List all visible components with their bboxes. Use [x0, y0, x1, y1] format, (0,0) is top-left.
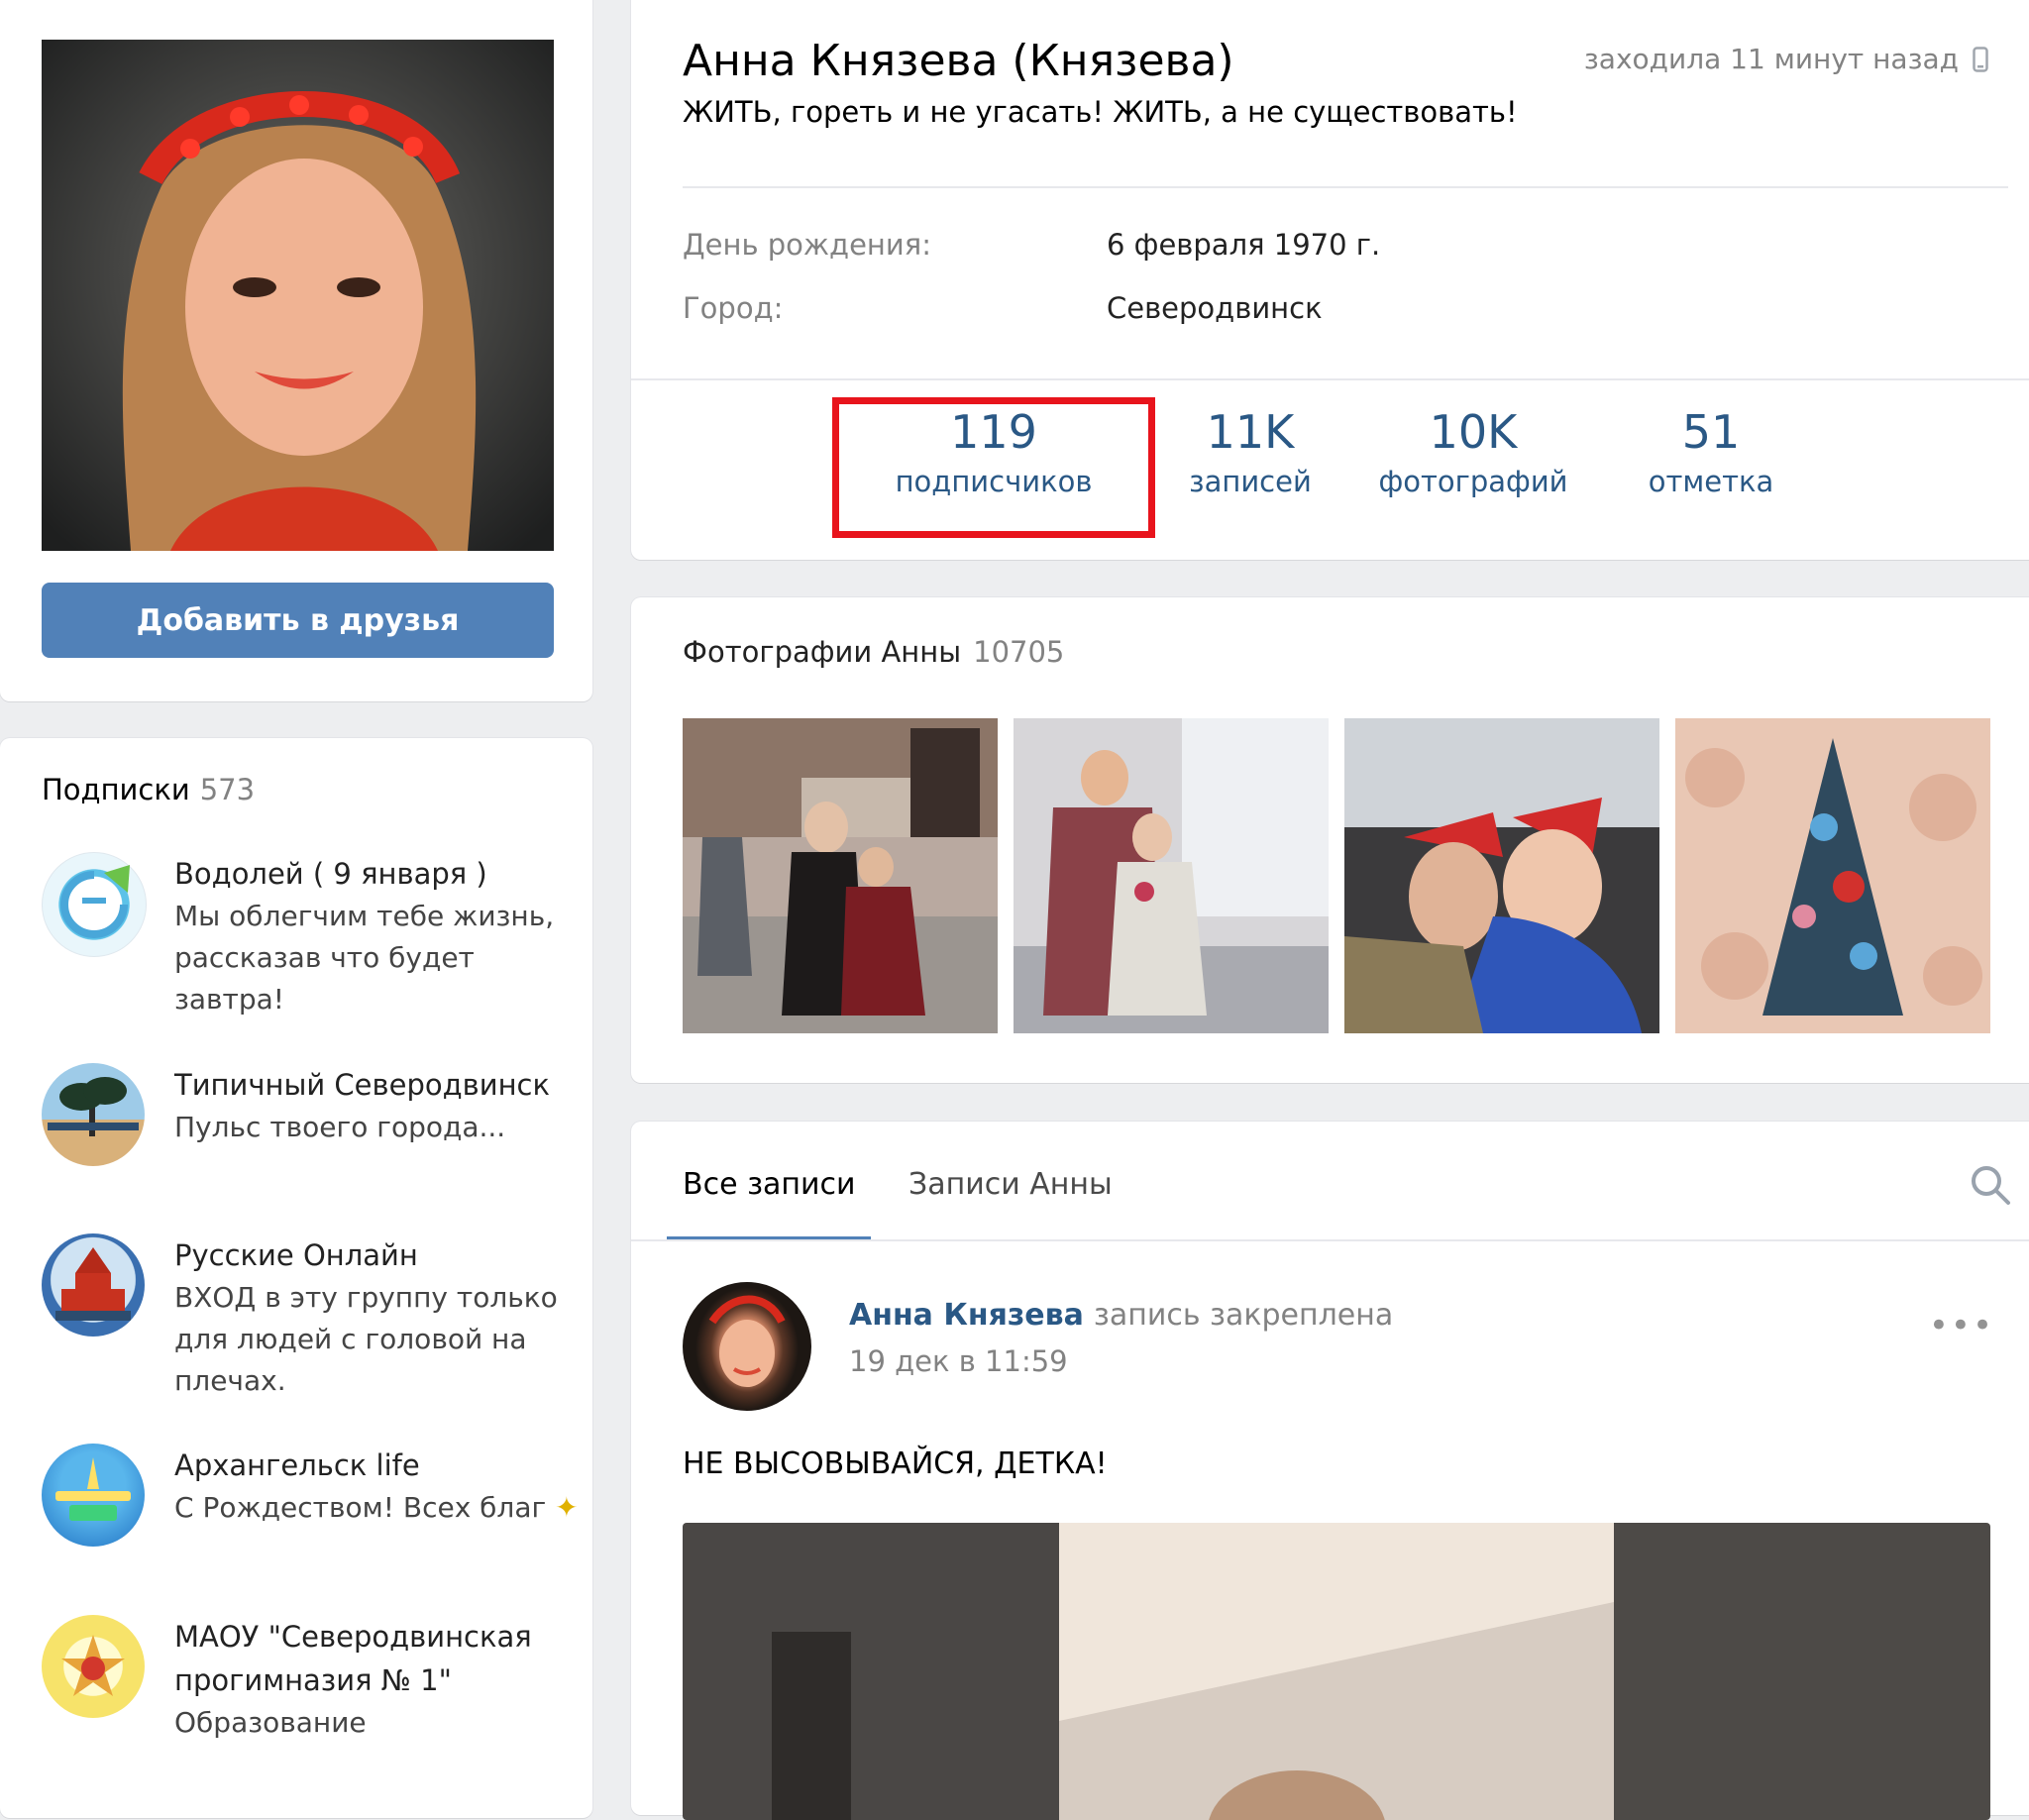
wall-card: Все записи Записи Анны Анна Князева запис…: [631, 1122, 2029, 1820]
subscription-item[interactable]: Архангельск life С Рождеством! Всех благ…: [42, 1444, 579, 1592]
group-avatar: [42, 1233, 145, 1337]
group-avatar: [42, 1444, 145, 1547]
mobile-phone-icon: [1973, 46, 1988, 72]
photos-count: 10705: [973, 635, 1065, 669]
page-title: Анна Князева (Князева): [683, 36, 1234, 86]
post-author-avatar[interactable]: [683, 1282, 811, 1411]
photo-image: [1014, 718, 1329, 1033]
subscriptions-count: 573: [199, 773, 256, 806]
subscription-description: ВХОД в эту группу только для людей с гол…: [174, 1281, 558, 1397]
photo-thumbnail[interactable]: [1675, 718, 1990, 1033]
subscription-item[interactable]: Типичный Северодвинск Пульс твоего город…: [42, 1063, 577, 1222]
subscription-name[interactable]: Водолей ( 9 января ): [174, 852, 590, 896]
kremlin-logo-icon: [55, 1247, 131, 1321]
profile-photo-image: [42, 40, 554, 551]
post-header: Анна Князева запись закреплена: [849, 1298, 1393, 1333]
subscription-item[interactable]: МАОУ "Северодвинская прогимназия № 1" Об…: [42, 1615, 577, 1764]
group-avatar: [42, 1615, 145, 1718]
subscription-description: Мы облегчим тебе жизнь, рассказав что бу…: [174, 900, 555, 1016]
subscriptions-title: Подписки: [42, 773, 190, 806]
subscriptions-header[interactable]: Подписки 573: [42, 773, 255, 806]
info-label-city: Город:: [683, 291, 784, 325]
subscription-name[interactable]: МАОУ "Северодвинская прогимназия № 1": [174, 1615, 590, 1702]
subscriptions-card: Подписки 573 Водолей ( 9 января ) Мы обле…: [0, 738, 592, 1818]
subscription-description-wrap: С Рождеством! Всех благ ✦: [174, 1487, 590, 1529]
profile-info-card: Анна Князева (Князева) заходила 11 минут…: [631, 0, 2029, 560]
avatar-image: [708, 1295, 786, 1387]
group-avatar: [42, 1063, 145, 1166]
photos-title: Фотографии Анны: [683, 635, 962, 669]
counter-photos[interactable]: 10K фотографий: [1364, 404, 1582, 503]
photo-thumbnail[interactable]: [1014, 718, 1329, 1033]
search-icon-svg: [1972, 1166, 2010, 1205]
counter-tags[interactable]: 51 отметка: [1622, 404, 1800, 503]
subscription-name[interactable]: Архангельск life: [174, 1444, 590, 1487]
counter-posts[interactable]: 11K записей: [1166, 404, 1335, 503]
counter-label: записей: [1189, 465, 1312, 498]
highlight-annotation-box: [832, 397, 1155, 538]
more-options-icon[interactable]: •••: [1929, 1306, 1994, 1345]
subscription-description: С Рождеством! Всех благ: [174, 1491, 547, 1524]
school-logo-icon: [61, 1635, 125, 1696]
post-text: НЕ ВЫСОВЫВАЙСЯ, ДЕТКА!: [683, 1446, 1108, 1481]
add-friend-button[interactable]: Добавить в друзья: [42, 583, 554, 658]
counter-value: 11K: [1206, 405, 1295, 459]
counter-label: фотографий: [1378, 465, 1568, 498]
sparkle-emoji-icon: ✦: [555, 1491, 579, 1524]
post-image-content: [683, 1523, 1990, 1820]
divider: [631, 378, 2029, 380]
photo-image: [1344, 718, 1659, 1033]
tab-all-posts[interactable]: Все записи: [683, 1167, 856, 1202]
user-status[interactable]: ЖИТЬ, гореть и не угасать! ЖИТЬ, а не су…: [683, 95, 1518, 129]
counter-value: 51: [1681, 405, 1741, 459]
counter-value: 10K: [1429, 405, 1518, 459]
divider: [683, 186, 2008, 188]
divider: [631, 1239, 2029, 1241]
last-seen-indicator: заходила 11 минут назад: [1584, 43, 1988, 75]
photo-image: [683, 718, 998, 1033]
post-pinned-label: запись закреплена: [1093, 1298, 1394, 1333]
photos-header[interactable]: Фотографии Анны 10705: [683, 635, 1064, 669]
arkhangelsk-life-logo-icon: [55, 1457, 131, 1521]
info-label-birthday: День рождения:: [683, 228, 931, 262]
subscription-name[interactable]: Типичный Северодвинск: [174, 1063, 590, 1107]
subscription-name[interactable]: Русские Онлайн: [174, 1233, 590, 1277]
photo-thumbnail[interactable]: [1344, 718, 1659, 1033]
aquarius-logo-icon: [60, 865, 130, 938]
search-icon[interactable]: [1969, 1163, 2012, 1207]
subscription-item[interactable]: Русские Онлайн ВХОД в эту группу только …: [42, 1233, 577, 1432]
photos-card: Фотографии Анны 10705: [631, 597, 2029, 1083]
post-date[interactable]: 19 дек в 11:59: [849, 1344, 1068, 1378]
subscription-description: Пульс твоего города...: [174, 1111, 506, 1143]
info-value-birthday[interactable]: 6 февраля 1970 г.: [1107, 228, 1380, 262]
post-image[interactable]: [683, 1523, 1990, 1820]
profile-photo[interactable]: [42, 40, 554, 551]
group-avatar: [42, 852, 147, 957]
subscription-item[interactable]: Водолей ( 9 января ) Мы облегчим тебе жи…: [42, 852, 577, 1050]
tab-own-posts[interactable]: Записи Анны: [908, 1167, 1113, 1202]
last-seen-text: заходила 11 минут назад: [1583, 43, 1959, 75]
profile-photo-card: Добавить в друзья: [0, 0, 592, 701]
post-author-link[interactable]: Анна Князева: [849, 1298, 1084, 1333]
counter-label: отметка: [1648, 465, 1774, 498]
tree-logo-icon: [48, 1077, 139, 1136]
photo-thumbnail[interactable]: [683, 718, 998, 1033]
photo-image: [1675, 718, 1990, 1033]
subscription-description: Образование: [174, 1706, 367, 1739]
info-value-city[interactable]: Северодвинск: [1107, 291, 1323, 325]
